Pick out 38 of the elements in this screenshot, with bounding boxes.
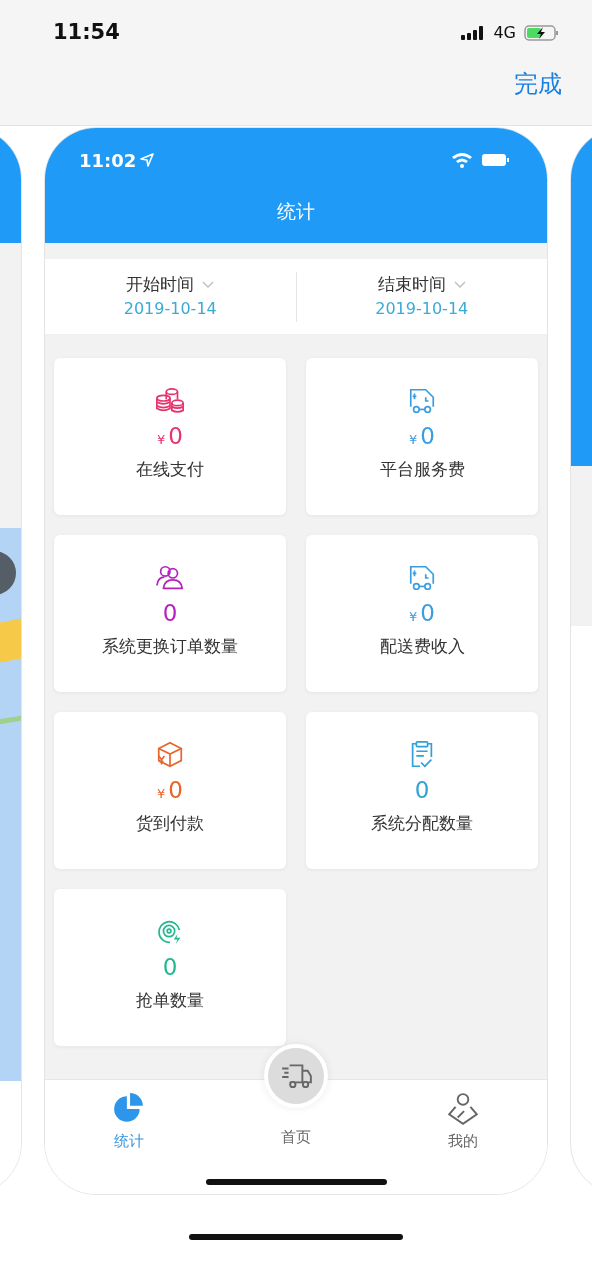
date-filter-label[interactable]: 结束时间 (377, 271, 446, 298)
stat-value: 0 (162, 955, 178, 981)
wifi-icon (451, 152, 473, 168)
chevron-down-icon (453, 280, 466, 289)
date-value: 2019-10-14 (123, 298, 217, 321)
truck-icon (407, 563, 437, 593)
stat-value: ¥0 (157, 424, 183, 450)
battery-charging-icon (524, 24, 560, 42)
screen-title: 统计 (276, 199, 316, 225)
stat-label: 平台服务费 (379, 458, 465, 482)
stat-label: 抢单数量 (136, 989, 204, 1013)
truck-icon (407, 386, 437, 416)
battery-icon (481, 153, 509, 167)
box-icon (155, 740, 185, 770)
done-button[interactable]: 完成 (514, 66, 592, 102)
stat-label: 货到付款 (136, 812, 204, 836)
tab-item[interactable]: 我的 (379, 1080, 547, 1153)
chevron-down-icon (202, 280, 215, 289)
stat-value: 0 (414, 778, 430, 804)
stat-label: 系统分配数量 (371, 812, 473, 836)
coins-icon (155, 386, 185, 416)
date-value: 2019-10-14 (375, 298, 469, 321)
stat-value: ¥0 (409, 424, 435, 450)
stat-label: 系统更换订单数量 (102, 635, 238, 659)
status-time: 11:54 (53, 19, 120, 47)
stat-value: ¥0 (409, 601, 435, 627)
tab-item[interactable]: 首页 (212, 1044, 380, 1153)
person-icon (446, 1092, 481, 1126)
stat-label: 在线支付 (136, 458, 204, 482)
stat-value: 0 (162, 601, 178, 627)
tab-item[interactable]: 统计 (45, 1080, 213, 1153)
network-label: 4G (493, 22, 516, 44)
signal-icon (461, 25, 486, 41)
stat-label: 配送费收入 (379, 635, 465, 659)
stat-value: ¥0 (157, 778, 183, 804)
status-time: 11:02 (79, 148, 137, 173)
location-arrow-icon (140, 153, 155, 167)
date-filter-label[interactable]: 开始时间 (126, 271, 195, 298)
